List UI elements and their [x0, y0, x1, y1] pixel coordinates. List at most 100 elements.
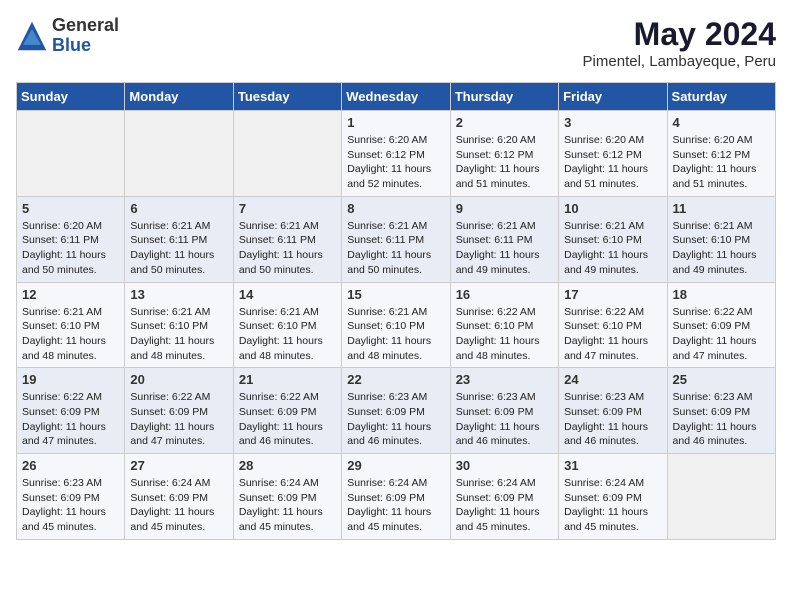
calendar-cell: 12 Sunrise: 6:21 AM Sunset: 6:10 PM Dayli… [17, 282, 125, 368]
subtitle: Pimentel, Lambayeque, Peru [583, 53, 776, 70]
day-info: Sunrise: 6:22 AM Sunset: 6:09 PM Dayligh… [239, 390, 336, 449]
calendar-cell: 9 Sunrise: 6:21 AM Sunset: 6:11 PM Daylig… [450, 196, 558, 282]
day-info: Sunrise: 6:21 AM Sunset: 6:10 PM Dayligh… [564, 219, 661, 278]
day-number: 8 [347, 201, 444, 216]
calendar-cell: 20Sunrise: 6:22 AM Sunset: 6:09 PM Dayli… [125, 368, 233, 454]
day-number: 29 [347, 458, 444, 473]
day-number: 14 [239, 287, 336, 302]
weekday-header-monday: Monday [125, 83, 233, 111]
calendar-cell: 16 Sunrise: 6:22 AM Sunset: 6:10 PM Dayli… [450, 282, 558, 368]
calendar-cell: 30 Sunrise: 6:24 AM Sunset: 6:09 PM Dayli… [450, 454, 558, 540]
calendar-cell [125, 111, 233, 197]
day-number: 3 [564, 115, 661, 130]
weekday-header-thursday: Thursday [450, 83, 558, 111]
day-info: Sunrise: 6:23 AM Sunset: 6:09 PM Dayligh… [456, 390, 553, 449]
logo-icon [16, 20, 48, 52]
day-info: Sunrise: 6:24 AM Sunset: 6:09 PM Dayligh… [456, 476, 553, 535]
calendar-cell: 23Sunrise: 6:23 AM Sunset: 6:09 PM Dayli… [450, 368, 558, 454]
day-number: 26 [22, 458, 119, 473]
day-number: 20 [130, 372, 227, 387]
day-info: Sunrise: 6:23 AM Sunset: 6:09 PM Dayligh… [347, 390, 444, 449]
calendar-cell: 6Sunrise: 6:21 AM Sunset: 6:11 PM Daylig… [125, 196, 233, 282]
calendar-cell: 18Sunrise: 6:22 AM Sunset: 6:09 PM Dayli… [667, 282, 775, 368]
calendar-cell: 29Sunrise: 6:24 AM Sunset: 6:09 PM Dayli… [342, 454, 450, 540]
calendar-cell: 19Sunrise: 6:22 AM Sunset: 6:09 PM Dayli… [17, 368, 125, 454]
title-block: May 2024 Pimentel, Lambayeque, Peru [583, 16, 776, 70]
day-number: 24 [564, 372, 661, 387]
weekday-header-row: SundayMondayTuesdayWednesdayThursdayFrid… [17, 83, 776, 111]
day-info: Sunrise: 6:20 AM Sunset: 6:12 PM Dayligh… [347, 133, 444, 192]
day-number: 30 [456, 458, 553, 473]
day-info: Sunrise: 6:20 AM Sunset: 6:12 PM Dayligh… [564, 133, 661, 192]
day-info: Sunrise: 6:20 AM Sunset: 6:12 PM Dayligh… [456, 133, 553, 192]
day-info: Sunrise: 6:21 AM Sunset: 6:10 PM Dayligh… [673, 219, 770, 278]
day-info: Sunrise: 6:21 AM Sunset: 6:11 PM Dayligh… [239, 219, 336, 278]
logo-text: General Blue [52, 16, 119, 56]
day-info: Sunrise: 6:20 AM Sunset: 6:12 PM Dayligh… [673, 133, 770, 192]
calendar-cell: 2Sunrise: 6:20 AM Sunset: 6:12 PM Daylig… [450, 111, 558, 197]
day-number: 15 [347, 287, 444, 302]
day-info: Sunrise: 6:23 AM Sunset: 6:09 PM Dayligh… [22, 476, 119, 535]
calendar-cell [667, 454, 775, 540]
calendar-week-2: 5 Sunrise: 6:20 AM Sunset: 6:11 PM Daylig… [17, 196, 776, 282]
calendar-cell: 10 Sunrise: 6:21 AM Sunset: 6:10 PM Dayli… [559, 196, 667, 282]
calendar-cell: 22 Sunrise: 6:23 AM Sunset: 6:09 PM Dayli… [342, 368, 450, 454]
day-number: 28 [239, 458, 336, 473]
day-info: Sunrise: 6:24 AM Sunset: 6:09 PM Dayligh… [239, 476, 336, 535]
calendar-cell: 8 Sunrise: 6:21 AM Sunset: 6:11 PM Daylig… [342, 196, 450, 282]
calendar-cell: 13Sunrise: 6:21 AM Sunset: 6:10 PM Dayli… [125, 282, 233, 368]
day-info: Sunrise: 6:23 AM Sunset: 6:09 PM Dayligh… [673, 390, 770, 449]
day-info: Sunrise: 6:21 AM Sunset: 6:10 PM Dayligh… [347, 305, 444, 364]
calendar-table: SundayMondayTuesdayWednesdayThursdayFrid… [16, 82, 776, 540]
calendar-cell: 7 Sunrise: 6:21 AM Sunset: 6:11 PM Daylig… [233, 196, 341, 282]
day-number: 12 [22, 287, 119, 302]
calendar-cell: 5 Sunrise: 6:20 AM Sunset: 6:11 PM Daylig… [17, 196, 125, 282]
day-info: Sunrise: 6:23 AM Sunset: 6:09 PM Dayligh… [564, 390, 661, 449]
calendar-cell: 28 Sunrise: 6:24 AM Sunset: 6:09 PM Dayli… [233, 454, 341, 540]
calendar-week-4: 19 Sunrise: 6:22 AM Sunset: 6:09 PM Dayli… [17, 368, 776, 454]
calendar-week-5: 26 Sunrise: 6:23 AM Sunset: 6:09 PM Dayli… [17, 454, 776, 540]
calendar-cell: 3 Sunrise: 6:20 AM Sunset: 6:12 PM Daylig… [559, 111, 667, 197]
day-number: 4 [673, 115, 770, 130]
day-info: Sunrise: 6:24 AM Sunset: 6:09 PM Dayligh… [564, 476, 661, 535]
day-info: Sunrise: 6:20 AM Sunset: 6:11 PM Dayligh… [22, 219, 119, 278]
calendar-cell: 17 Sunrise: 6:22 AM Sunset: 6:10 PM Dayli… [559, 282, 667, 368]
day-number: 10 [564, 201, 661, 216]
calendar-cell: 1 Sunrise: 6:20 AM Sunset: 6:12 PM Daylig… [342, 111, 450, 197]
day-info: Sunrise: 6:22 AM Sunset: 6:10 PM Dayligh… [456, 305, 553, 364]
calendar-cell: 15 Sunrise: 6:21 AM Sunset: 6:10 PM Dayli… [342, 282, 450, 368]
day-number: 27 [130, 458, 227, 473]
calendar-week-3: 12 Sunrise: 6:21 AM Sunset: 6:10 PM Dayli… [17, 282, 776, 368]
weekday-header-friday: Friday [559, 83, 667, 111]
day-info: Sunrise: 6:22 AM Sunset: 6:10 PM Dayligh… [564, 305, 661, 364]
weekday-header-wednesday: Wednesday [342, 83, 450, 111]
day-number: 22 [347, 372, 444, 387]
calendar-cell: 24 Sunrise: 6:23 AM Sunset: 6:09 PM Dayli… [559, 368, 667, 454]
day-number: 9 [456, 201, 553, 216]
calendar-cell: 4 Sunrise: 6:20 AM Sunset: 6:12 PM Daylig… [667, 111, 775, 197]
calendar-cell: 26 Sunrise: 6:23 AM Sunset: 6:09 PM Dayli… [17, 454, 125, 540]
day-info: Sunrise: 6:21 AM Sunset: 6:11 PM Dayligh… [456, 219, 553, 278]
day-info: Sunrise: 6:21 AM Sunset: 6:10 PM Dayligh… [22, 305, 119, 364]
calendar-cell: 11 Sunrise: 6:21 AM Sunset: 6:10 PM Dayli… [667, 196, 775, 282]
logo: General Blue [16, 16, 119, 56]
day-info: Sunrise: 6:21 AM Sunset: 6:11 PM Dayligh… [347, 219, 444, 278]
calendar-cell: 31Sunrise: 6:24 AM Sunset: 6:09 PM Dayli… [559, 454, 667, 540]
calendar-cell: 27 Sunrise: 6:24 AM Sunset: 6:09 PM Dayli… [125, 454, 233, 540]
day-number: 1 [347, 115, 444, 130]
day-number: 17 [564, 287, 661, 302]
weekday-header-saturday: Saturday [667, 83, 775, 111]
calendar-cell [17, 111, 125, 197]
day-number: 19 [22, 372, 119, 387]
day-info: Sunrise: 6:21 AM Sunset: 6:11 PM Dayligh… [130, 219, 227, 278]
day-number: 7 [239, 201, 336, 216]
page-header: General Blue May 2024 Pimentel, Lambayeq… [16, 16, 776, 70]
day-info: Sunrise: 6:21 AM Sunset: 6:10 PM Dayligh… [239, 305, 336, 364]
day-number: 11 [673, 201, 770, 216]
day-number: 16 [456, 287, 553, 302]
day-number: 5 [22, 201, 119, 216]
logo-general-text: General [52, 16, 119, 36]
day-info: Sunrise: 6:22 AM Sunset: 6:09 PM Dayligh… [673, 305, 770, 364]
weekday-header-tuesday: Tuesday [233, 83, 341, 111]
day-info: Sunrise: 6:24 AM Sunset: 6:09 PM Dayligh… [130, 476, 227, 535]
